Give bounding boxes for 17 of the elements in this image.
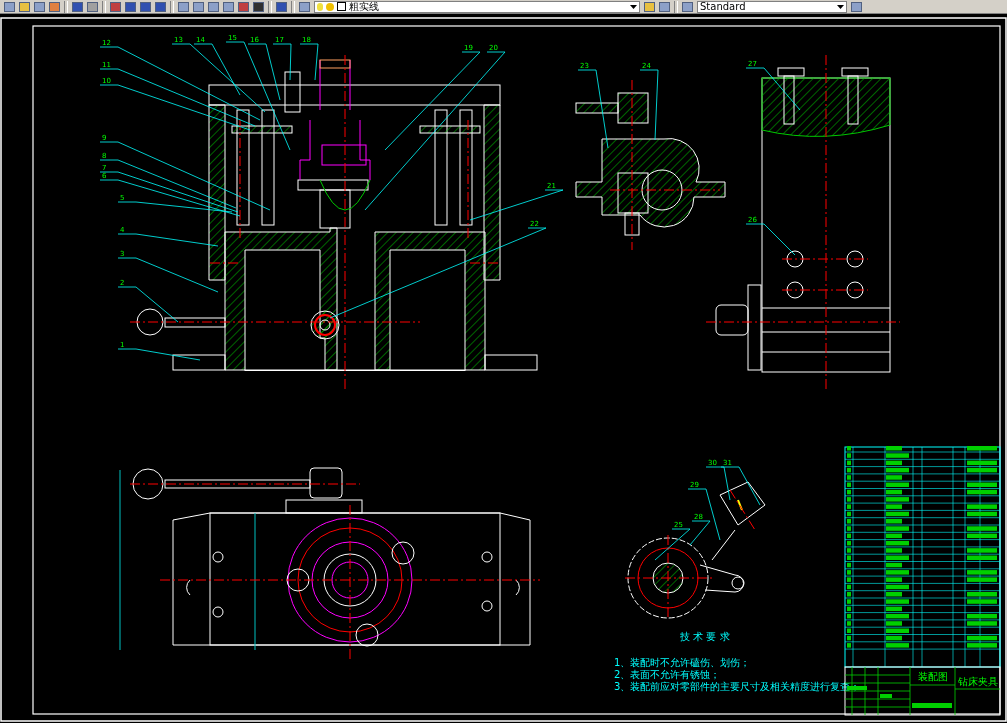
leader-line: [299, 43, 319, 81]
caret-icon: [837, 4, 844, 9]
layer-name: 粗实线: [349, 1, 380, 12]
sun-icon: [326, 2, 334, 11]
requirements-title: 技 术 要 求: [680, 631, 730, 642]
layer-dropdown[interactable]: 粗实线: [314, 0, 640, 13]
color-swatch-icon: [337, 2, 346, 11]
product-name: 钻床夹具: [958, 676, 998, 687]
caret-icon: [630, 4, 637, 9]
requirement-text: 1、装配时不允许磕伤、划伤；: [614, 657, 751, 668]
leader-line: [639, 69, 659, 141]
text-style-name: Standard: [700, 1, 747, 12]
text-style-dropdown[interactable]: Standard: [697, 0, 847, 13]
requirement-text: 2、表面不允许有锈蚀；: [614, 669, 721, 680]
leader-line: [745, 67, 801, 111]
leader-line: [745, 223, 796, 256]
drawing-title: 装配图: [918, 671, 948, 682]
